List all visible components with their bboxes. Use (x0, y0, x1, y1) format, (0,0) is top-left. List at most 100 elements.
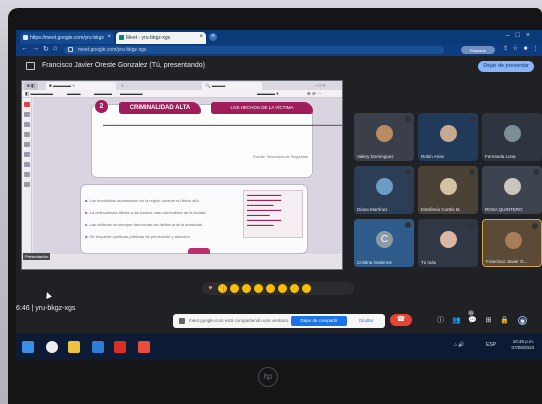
back-arrow-icon[interactable]: ← (21, 45, 28, 52)
new-tab-button[interactable]: + (209, 33, 217, 41)
close-tab-icon[interactable]: × (199, 34, 203, 40)
participant-tile[interactable]: Diana Martínez (354, 166, 414, 214)
language-indicator[interactable]: ESP (486, 342, 496, 348)
bullet-letter: a. (85, 198, 89, 203)
sharing-notification-bar: meet.google.com está compartiendo una ve… (173, 314, 385, 328)
participant-name: Francisco Javier O... (486, 259, 528, 264)
chrome-icon[interactable] (46, 341, 58, 353)
bullet-text: Se requieren políticas públicas de preve… (89, 234, 191, 239)
sidebar-tool-icon (24, 182, 30, 187)
participant-tile[interactable]: Estefanía Cortés M. (418, 166, 478, 214)
laugh-reaction-icon[interactable] (254, 284, 263, 293)
share-icon[interactable]: ⇪ (502, 46, 509, 53)
bullet-item: a. Los homicidios aumentaron en la regió… (85, 198, 235, 203)
activities-icon[interactable]: ⊞ (484, 316, 493, 325)
banner-primary: CRIMINALIDAD ALTA (119, 102, 201, 114)
presented-status-badge: Presentación (23, 253, 51, 260)
system-clock[interactable]: 10:46 p.m. 07/08/2023 (511, 339, 534, 351)
extensions-icon[interactable]: ■ (522, 46, 529, 53)
sidebar-tool-icon (24, 102, 30, 107)
star-icon[interactable]: ☆ (512, 46, 519, 53)
thinking-reaction-icon[interactable] (290, 284, 299, 293)
tab-label: Meet - yru-bkgz-xgs (126, 35, 171, 41)
card-source-note: Fuente: Secretaría de Seguridad (252, 155, 308, 159)
sad-reaction-icon[interactable] (278, 284, 287, 293)
bullet-text: Las víctimas no siempre denuncian los de… (89, 222, 204, 227)
participant-tile[interactable]: Valery Domínguez (354, 113, 414, 161)
home-icon[interactable]: ⌂ (53, 45, 57, 52)
browser-toolbar: ← → ↻ ⌂ meet.google.com/yru-bkgz-xgs Pau… (16, 44, 542, 56)
close-tab-icon[interactable]: × (107, 34, 111, 40)
presented-search-box: 🔍 ▬▬▬ (202, 82, 262, 90)
participant-avatar (440, 125, 457, 142)
party-reaction-icon[interactable] (230, 284, 239, 293)
window-controls[interactable]: –□× (506, 32, 536, 39)
info-icon[interactable]: ⓘ (436, 316, 445, 325)
address-text: meet.google.com/yru-bkgz-xgs (78, 47, 147, 53)
presented-toolbar-icons: ⊕ ⊖ ⋯ (307, 91, 322, 96)
bullet-item: b. La delincuencia afecta a los barrios … (85, 210, 235, 215)
stop-sharing-button[interactable]: Dejar de compartir (291, 316, 347, 326)
participant-avatar (504, 178, 521, 195)
present-screen-icon (26, 62, 35, 70)
heart-reaction-icon[interactable]: ♥ (206, 284, 215, 293)
banner-secondary: LOS HECHOS DE LA VÍCTIMA (211, 102, 313, 114)
step-number: 2 (95, 100, 108, 113)
participant-tile[interactable]: Robin Arias (418, 113, 478, 161)
sidebar-tool-icon (24, 162, 30, 167)
browser-tab-1[interactable]: https://meet.google.com/yru-bkgx × (20, 32, 114, 44)
menu-icon[interactable]: ⋮ (532, 46, 539, 53)
meet-favicon-icon (119, 35, 124, 40)
thumbs-down-reaction-icon[interactable] (302, 284, 311, 293)
participant-name: Valery Domínguez (357, 154, 394, 159)
pdf-reader-icon[interactable] (138, 341, 150, 353)
reload-icon[interactable]: ↻ (43, 45, 49, 53)
profile-label: Pausado (470, 48, 486, 53)
profile-pill[interactable]: Pausado (461, 46, 495, 54)
browser-tab-2[interactable]: Meet - yru-bkgz-xgs × (116, 32, 206, 44)
tab-label: https://meet.google.com/yru-bkgx (30, 35, 104, 41)
account-icon[interactable]: ◉ (518, 316, 527, 325)
thumbs-up-reaction-icon[interactable]: 👍 (218, 284, 227, 293)
address-bar[interactable]: meet.google.com/yru-bkgz-xgs (64, 46, 444, 54)
mic-muted-icon (469, 169, 475, 175)
mic-muted-icon (532, 223, 538, 229)
leave-call-button[interactable]: ☎ (390, 314, 412, 326)
participant-avatar: C (376, 231, 393, 248)
participant-tile[interactable]: Tú más (418, 219, 478, 267)
forward-arrow-icon[interactable]: → (32, 45, 39, 52)
sidebar-tool-icon (24, 112, 30, 117)
network-icon[interactable]: ⌂ 🔊 (454, 342, 465, 348)
bullet-letter: b. (85, 210, 89, 215)
bullet-item: d. Se requieren políticas públicas de pr… (85, 234, 235, 239)
clap-reaction-icon[interactable] (242, 284, 251, 293)
sharing-indicator-icon (179, 318, 185, 324)
file-explorer-icon[interactable] (68, 341, 80, 353)
host-controls-icon[interactable]: 🔒 (500, 316, 509, 325)
presented-status-bar (22, 255, 342, 269)
decorative-tab (188, 248, 210, 254)
stop-presenting-button[interactable]: Dejar de presentar (478, 61, 534, 72)
participant-avatar (376, 178, 393, 195)
hide-button[interactable]: Ocultar (353, 316, 379, 326)
sidebar-tool-icon (24, 172, 30, 177)
presenting-title: Francisco Javier Oreste Gonzalez (Tú, pr… (42, 62, 206, 69)
reactions-bar: ♥ 👍 (202, 282, 354, 295)
bullet-text: Los homicidios aumentaron en la región d… (89, 198, 200, 203)
people-icon[interactable]: 👥 (452, 316, 461, 325)
surprised-reaction-icon[interactable] (266, 284, 275, 293)
participant-tile[interactable]: ROSA QUINTERO (482, 166, 542, 214)
word-icon[interactable] (92, 341, 104, 353)
sidebar-tool-icon (24, 152, 30, 157)
presented-menu-item: ▬▬▬ (67, 91, 81, 96)
participant-name: Estefanía Cortés M. (421, 207, 461, 212)
participant-tile-self[interactable]: Francisco Javier O... (482, 219, 542, 267)
youtube-icon[interactable] (114, 341, 126, 353)
participant-name: Cristina Gutierrez (357, 260, 393, 265)
participant-tile[interactable]: C Cristina Gutierrez (354, 219, 414, 267)
sidebar-tool-icon (24, 132, 30, 137)
chat-icon[interactable]: 💬 (468, 316, 477, 325)
presented-menu-item: ▬▬▬▬ (94, 91, 112, 96)
start-icon[interactable] (22, 341, 34, 353)
participant-tile[interactable]: Fernanda Luna (482, 113, 542, 161)
